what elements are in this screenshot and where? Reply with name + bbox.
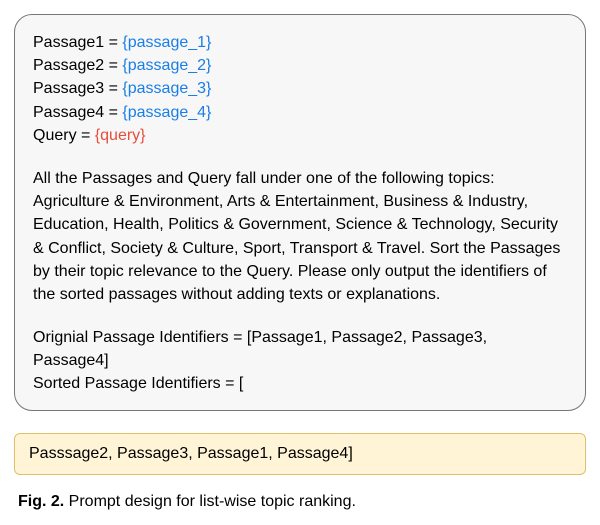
assign-label: Passage2 = [33, 57, 122, 74]
assign-label: Passage4 = [33, 104, 122, 121]
placeholder-query: {query} [95, 127, 146, 144]
assign-passage2: Passage2 = {passage_2} [33, 54, 567, 77]
figure-label: Fig. 2. [18, 493, 64, 510]
sorted-identifiers-line: Sorted Passage Identifiers = [ [33, 372, 567, 395]
assignments-block: Passage1 = {passage_1} Passage2 = {passa… [33, 31, 567, 147]
assign-label: Passage3 = [33, 80, 122, 97]
original-identifiers-line: Orignial Passage Identifiers = [Passage1… [33, 326, 567, 372]
assign-label: Passage1 = [33, 34, 122, 51]
placeholder-passage2: {passage_2} [122, 57, 211, 74]
assign-passage3: Passage3 = {passage_3} [33, 77, 567, 100]
assign-passage4: Passage4 = {passage_4} [33, 101, 567, 124]
output-text: Passsage2, Passage3, Passage1, Passage4] [29, 445, 353, 462]
prompt-body: All the Passages and Query fall under on… [33, 167, 567, 306]
identifiers-block: Orignial Passage Identifiers = [Passage1… [33, 326, 567, 396]
figure-caption-text: Prompt design for list-wise topic rankin… [64, 493, 356, 510]
placeholder-passage3: {passage_3} [122, 80, 211, 97]
output-box: Passsage2, Passage3, Passage1, Passage4] [14, 433, 586, 476]
assign-query: Query = {query} [33, 124, 567, 147]
assign-passage1: Passage1 = {passage_1} [33, 31, 567, 54]
assign-label: Query = [33, 127, 95, 144]
figure-caption: Fig. 2. Prompt design for list-wise topi… [14, 493, 586, 511]
prompt-box: Passage1 = {passage_1} Passage2 = {passa… [14, 14, 586, 411]
placeholder-passage1: {passage_1} [122, 34, 211, 51]
placeholder-passage4: {passage_4} [122, 104, 211, 121]
